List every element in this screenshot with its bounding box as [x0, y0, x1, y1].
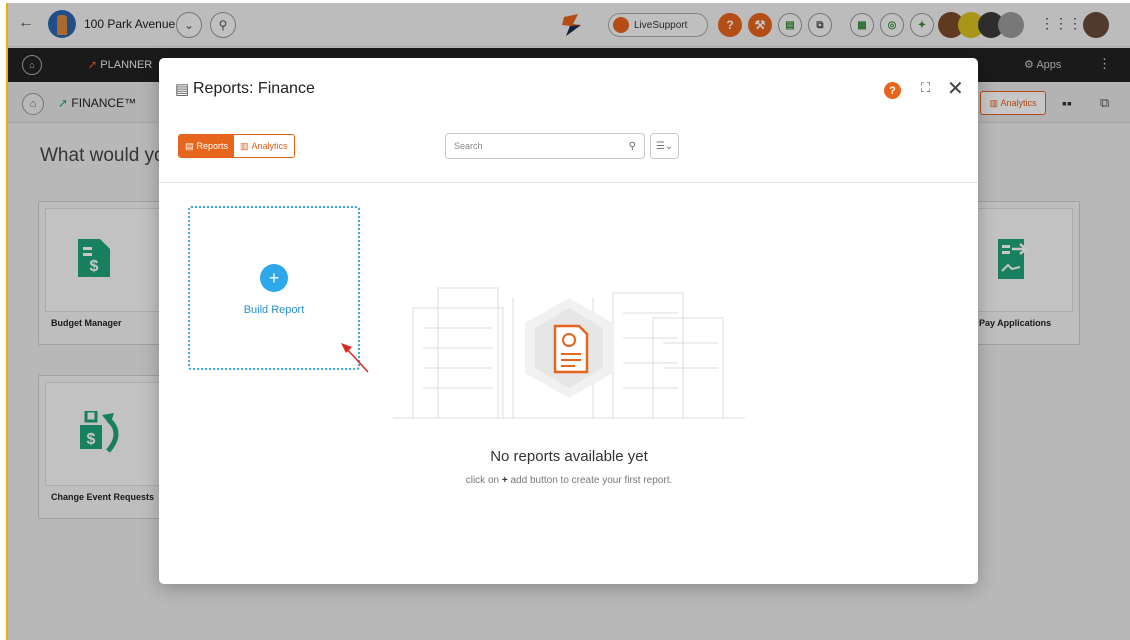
report-search: ⚲ [445, 133, 645, 159]
build-report-label: Build Report [243, 304, 305, 316]
report-icon: ▤ [185, 140, 194, 151]
empty-suffix: add button to create your first report. [510, 475, 673, 486]
view-tabs: ▤ Reports ▥ Analytics [178, 134, 295, 158]
modal-title: Reports: Finance [193, 80, 315, 97]
report-file-icon [553, 324, 589, 374]
help-icon[interactable]: ? [884, 82, 901, 99]
empty-prefix: click on [465, 475, 500, 486]
build-report-button[interactable]: + Build Report [188, 206, 360, 370]
fullscreen-icon[interactable]: ⛶ [921, 80, 930, 96]
tab-reports-label: Reports [196, 141, 229, 151]
tab-reports[interactable]: ▤ Reports [179, 135, 235, 157]
empty-state-title: No reports available yet [490, 448, 648, 465]
empty-state-illustration [393, 287, 745, 419]
bar-chart-icon: ▥ [240, 140, 249, 151]
modal-header: ▤ Reports: Finance ? ⛶ ✕ ▤ Reports ▥ Ana… [159, 58, 978, 183]
search-icon[interactable]: ⚲ [629, 141, 636, 152]
empty-state-subtitle: click on + add button to create your fir… [339, 475, 799, 486]
filter-icon: ☰⌄ [655, 140, 674, 152]
tab-analytics[interactable]: ▥ Analytics [234, 135, 294, 157]
close-icon[interactable]: ✕ [947, 76, 964, 101]
plus-icon: + [260, 264, 288, 292]
reports-modal: ▤ Reports: Finance ? ⛶ ✕ ▤ Reports ▥ Ana… [159, 58, 978, 584]
filter-button[interactable]: ☰⌄ [650, 133, 679, 159]
tab-analytics-label: Analytics [251, 141, 288, 151]
empty-plus: + [501, 475, 508, 486]
app-window: ← 100 Park Avenue ⌄ ⚲ LiveSupport ? ⚒ ▤ … [6, 3, 1130, 640]
search-input[interactable] [454, 141, 614, 151]
report-document-icon: ▤ [175, 81, 190, 98]
